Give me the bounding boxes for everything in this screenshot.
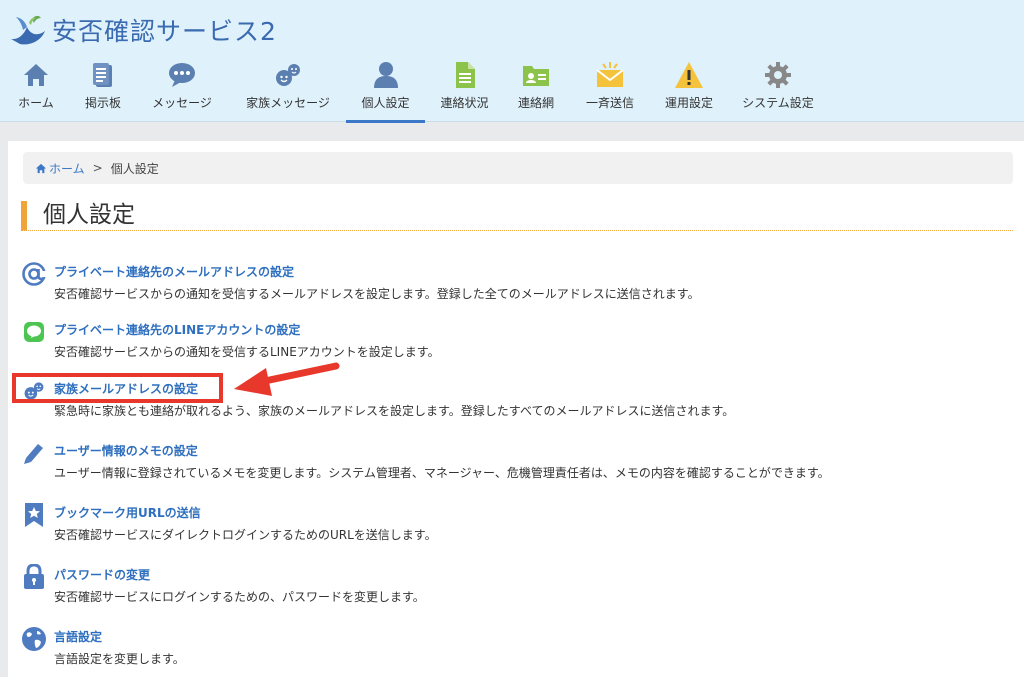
nav-family-messages[interactable]: 家族メッセージ	[230, 56, 346, 122]
breadcrumb-current: 個人設定	[110, 161, 159, 176]
language-settings-link[interactable]: 言語設定	[54, 628, 102, 645]
nav-personal-settings[interactable]: 個人設定	[346, 56, 425, 123]
settings-entry-user-memo: ユーザー情報のメモの設定 ユーザー情報に登録されているメモを変更します。システム…	[20, 440, 1000, 490]
at-sign-icon	[20, 261, 48, 287]
nav-home[interactable]: ホーム	[0, 56, 72, 122]
nav-contact-status[interactable]: 連絡状況	[425, 56, 504, 122]
family-email-settings-description: 緊急時に家族とも連絡が取れるよう、家族のメールアドレスを設定します。登録したすべ…	[54, 404, 735, 418]
private-line-settings-link[interactable]: プライベート連絡先のLINEアカウントの設定	[54, 321, 300, 338]
breadcrumb-separator: >	[92, 161, 103, 175]
nav-label: 連絡状況	[440, 96, 489, 110]
main-panel: ホーム > 個人設定 個人設定 プライベート連絡先のメールアドレスの設定 安否確…	[8, 141, 1024, 677]
red-arrow-annotation	[234, 362, 340, 396]
password-change-description: 安否確認サービスにログインするための、パスワードを変更します。	[54, 590, 425, 604]
nav-bulletin-board[interactable]: 掲示板	[72, 56, 134, 122]
nav-operation-settings[interactable]: 運用設定	[652, 56, 726, 122]
lock-icon	[20, 564, 48, 590]
nav-label: 一斉送信	[585, 96, 634, 110]
nav-label: 掲示板	[84, 96, 121, 110]
globe-icon	[20, 626, 48, 652]
envelope-broadcast-icon	[595, 60, 625, 90]
settings-entry-private-email: プライベート連絡先のメールアドレスの設定 安否確認サービスからの通知を受信するメ…	[20, 261, 1000, 311]
breadcrumb-home-label: ホーム	[49, 161, 85, 176]
chat-bubble-icon	[167, 60, 197, 90]
breadcrumb: ホーム > 個人設定	[23, 152, 1013, 184]
language-settings-description: 言語設定を変更します。	[54, 652, 185, 666]
nav-label: ホーム	[18, 96, 54, 110]
highlight-box	[12, 373, 223, 403]
page-title: 個人設定	[43, 202, 135, 228]
breadcrumb-home-link[interactable]: ホーム	[35, 160, 85, 177]
nav-broadcast[interactable]: 一斉送信	[568, 56, 652, 122]
nav-label: メッセージ	[152, 96, 212, 110]
settings-entry-bookmark-url: ブックマーク用URLの送信 安否確認サービスにダイレクトログインするためのURL…	[20, 502, 1000, 552]
nav-label: 家族メッセージ	[246, 96, 330, 110]
document-icon	[450, 60, 480, 90]
user-memo-settings-description: ユーザー情報に登録されているメモを変更します。システム管理者、マネージャー、危機…	[54, 466, 830, 480]
person-icon	[371, 60, 401, 90]
home-icon	[35, 163, 47, 173]
private-email-settings-link[interactable]: プライベート連絡先のメールアドレスの設定	[54, 263, 294, 280]
settings-entry-language: 言語設定 言語設定を変更します。	[20, 626, 1000, 676]
nav-system-settings[interactable]: システム設定	[726, 56, 830, 122]
settings-entry-password: パスワードの変更 安否確認サービスにログインするための、パスワードを変更します。	[20, 564, 1000, 614]
pencil-icon	[20, 440, 48, 466]
main-nav: ホーム 掲示板 メッセージ 家族メッセージ 個人設定 連絡状況 連絡網 一斉送信…	[0, 56, 830, 123]
page-title-bar: 個人設定	[21, 201, 1013, 231]
bookmark-url-send-link[interactable]: ブックマーク用URLの送信	[54, 504, 201, 521]
dove-logo-icon	[11, 15, 45, 45]
user-memo-settings-link[interactable]: ユーザー情報のメモの設定	[54, 442, 198, 459]
clipboard-icon	[88, 60, 118, 90]
private-email-settings-description: 安否確認サービスからの通知を受信するメールアドレスを設定します。登録した全てのメ…	[54, 287, 700, 301]
app-header: 安否確認サービス2 ホーム 掲示板 メッセージ 家族メッセージ 個人設定 連絡状…	[0, 0, 1024, 123]
nav-label: 個人設定	[361, 96, 410, 110]
nav-label: システム設定	[742, 96, 814, 110]
home-icon	[21, 60, 51, 90]
nav-messages[interactable]: メッセージ	[134, 56, 230, 122]
password-change-link[interactable]: パスワードの変更	[54, 566, 150, 583]
warning-icon	[674, 60, 704, 90]
nav-label: 連絡網	[517, 96, 554, 110]
contact-folder-icon	[521, 60, 551, 90]
bookmark-url-send-description: 安否確認サービスにダイレクトログインするためのURLを送信します。	[54, 528, 437, 542]
app-logo[interactable]: 安否確認サービス2	[8, 12, 277, 48]
family-faces-icon	[273, 60, 303, 90]
gear-icon	[763, 60, 793, 90]
settings-entry-private-line: プライベート連絡先のLINEアカウントの設定 安否確認サービスからの通知を受信す…	[20, 319, 1000, 369]
line-icon	[20, 319, 48, 345]
bookmark-icon	[20, 502, 48, 528]
nav-label: 運用設定	[664, 96, 713, 110]
app-title: 安否確認サービス2	[52, 17, 277, 46]
nav-contact-network[interactable]: 連絡網	[504, 56, 568, 122]
